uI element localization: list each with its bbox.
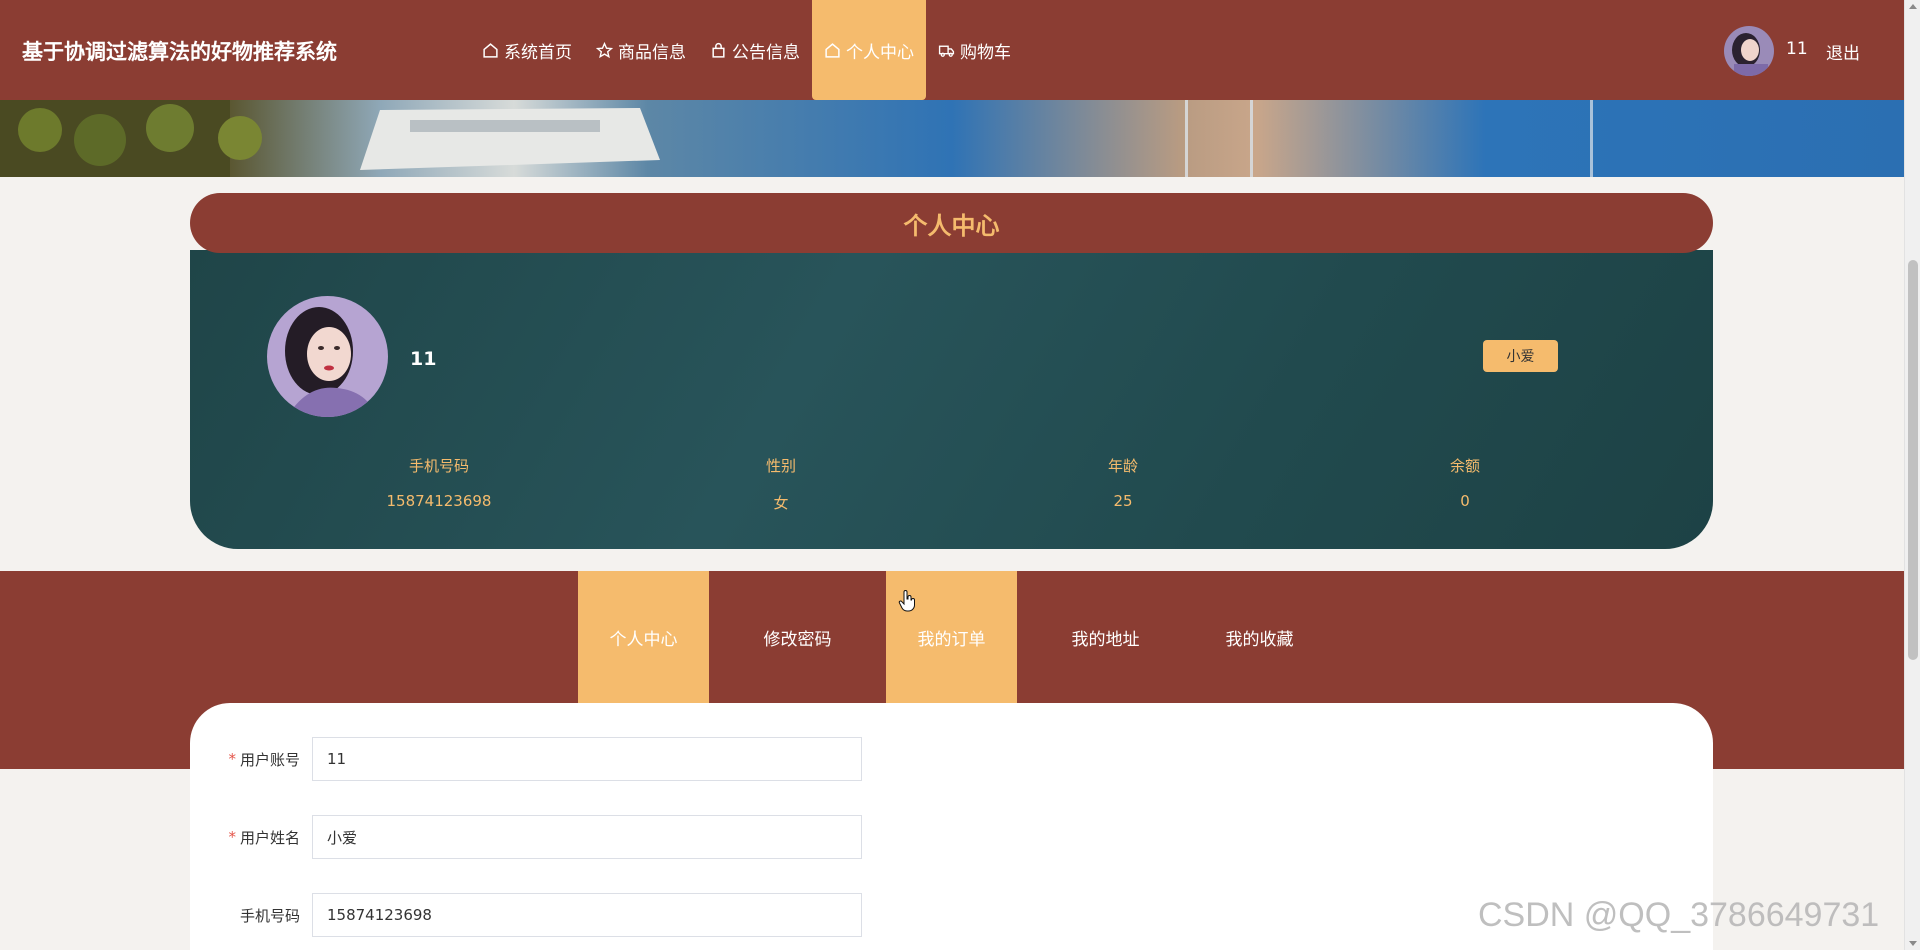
- nav-item-label: 购物车: [960, 42, 1011, 63]
- stat-label: 余额: [1449, 457, 1480, 475]
- stat-value: 25: [1113, 492, 1133, 510]
- profile-avatar-image: [267, 296, 388, 417]
- banner-image: [0, 100, 1904, 177]
- stat-balance: 余额 0: [1294, 455, 1636, 513]
- form-label-text: 用户账号: [239, 750, 300, 769]
- form-label-text: 手机号码: [239, 906, 300, 925]
- stat-phone: 手机号码 15874123698: [268, 455, 610, 513]
- tab-change-password[interactable]: 修改密码: [732, 571, 863, 703]
- tab-profile[interactable]: 个人中心: [578, 571, 709, 703]
- profile-name: 11: [410, 348, 437, 370]
- page-scrollbar[interactable]: [1904, 0, 1920, 950]
- home-icon: [825, 42, 840, 58]
- role-badge: 小爱: [1483, 340, 1558, 372]
- profile-card: 11 小爱 手机号码 15874123698 性别 女 年龄 25 余额 0: [190, 250, 1713, 549]
- scroll-down-icon[interactable]: [1909, 941, 1917, 946]
- logout-link[interactable]: 退出: [1826, 39, 1860, 64]
- stat-value: 0: [1460, 492, 1470, 510]
- account-input[interactable]: [312, 737, 862, 781]
- nav-item-label: 商品信息: [618, 42, 686, 63]
- stat-label: 手机号码: [408, 457, 469, 475]
- profile-avatar: [267, 296, 388, 417]
- form-label: * 用户姓名: [190, 815, 300, 859]
- nav-username: 11: [1786, 39, 1808, 59]
- tab-my-address[interactable]: 我的地址: [1040, 571, 1171, 703]
- nav-item-cart[interactable]: 购物车: [926, 0, 1023, 100]
- form-row-phone: 手机号码: [190, 893, 870, 937]
- star-icon: [596, 41, 613, 58]
- page-title: 个人中心: [190, 193, 1713, 253]
- main-nav: 系统首页 商品信息 公告信息 个人中心 购物车: [470, 0, 1023, 100]
- watermark: CSDN @QQ_3786649731: [1478, 896, 1880, 934]
- scroll-up-icon[interactable]: [1909, 4, 1917, 9]
- nav-item-announcements[interactable]: 公告信息: [698, 0, 812, 100]
- required-mark: *: [228, 828, 236, 846]
- phone-input[interactable]: [312, 893, 862, 937]
- stat-age: 年龄 25: [952, 455, 1294, 513]
- avatar[interactable]: [1724, 26, 1774, 76]
- avatar-image: [1724, 26, 1774, 76]
- form-row-name: * 用户姓名: [190, 815, 870, 859]
- stat-label: 年龄: [1107, 457, 1138, 475]
- site-title: 基于协调过滤算法的好物推荐系统: [22, 40, 337, 64]
- stat-label: 性别: [765, 457, 796, 475]
- form-label: 手机号码: [190, 893, 300, 937]
- banner-scene: [0, 100, 1593, 177]
- profile-tabs: 个人中心 修改密码 我的订单 我的地址 我的收藏: [578, 571, 1348, 703]
- stat-value: 15874123698: [386, 492, 492, 510]
- nav-item-label: 公告信息: [732, 42, 800, 63]
- truck-icon: [938, 45, 955, 57]
- bag-icon: [712, 42, 725, 58]
- top-navbar: 基于协调过滤算法的好物推荐系统 系统首页 商品信息 公告信息 个人中心 购物车: [0, 0, 1904, 100]
- scroll-thumb[interactable]: [1908, 260, 1918, 660]
- required-mark: *: [228, 750, 236, 768]
- form-label-text: 用户姓名: [239, 828, 300, 847]
- nav-item-products[interactable]: 商品信息: [584, 0, 698, 100]
- tab-my-favorites[interactable]: 我的收藏: [1194, 571, 1325, 703]
- form-row-account: * 用户账号: [190, 737, 870, 781]
- nav-item-profile[interactable]: 个人中心: [812, 0, 926, 100]
- stat-gender: 性别 女: [610, 455, 952, 513]
- name-input[interactable]: [312, 815, 862, 859]
- nav-item-label: 系统首页: [504, 42, 572, 63]
- form-label: * 用户账号: [190, 737, 300, 781]
- nav-item-home[interactable]: 系统首页: [470, 0, 584, 100]
- nav-item-label: 个人中心: [846, 42, 914, 63]
- stat-value: 女: [773, 494, 789, 512]
- home-icon: [483, 42, 498, 58]
- profile-stats: 手机号码 15874123698 性别 女 年龄 25 余额 0: [190, 455, 1713, 513]
- hand-cursor-icon: [898, 590, 915, 612]
